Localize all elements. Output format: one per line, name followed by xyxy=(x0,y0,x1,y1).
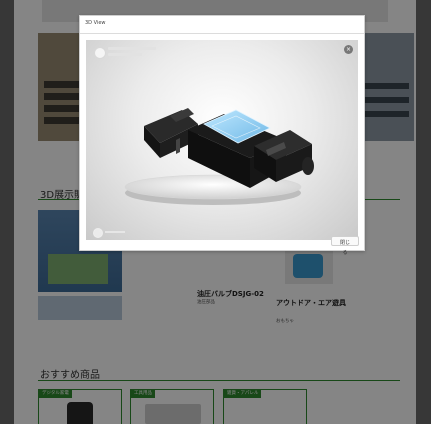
3d-view-dialog: 3D View × 閉じる xyxy=(79,15,365,256)
3d-model-viewer[interactable]: × xyxy=(86,40,358,240)
dialog-header: 3D View xyxy=(80,16,364,34)
viewer-controls-label xyxy=(105,231,125,233)
viewer-settings-icon[interactable] xyxy=(93,228,103,238)
close-button[interactable]: 閉じる xyxy=(331,236,359,256)
valve-3d-model xyxy=(124,108,314,205)
dialog-title: 3D View xyxy=(85,20,106,26)
